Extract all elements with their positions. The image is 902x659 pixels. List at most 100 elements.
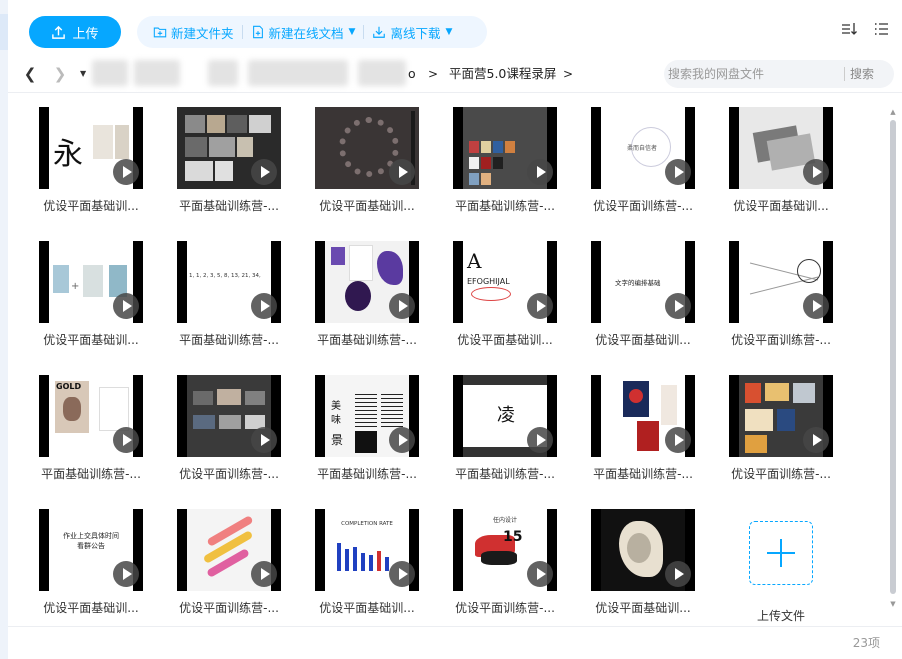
thumb-text: 美 <box>331 401 341 412</box>
file-tile[interactable]: 优设平面基础训... <box>698 96 833 220</box>
play-icon <box>251 159 277 185</box>
video-thumbnail: COMPLETION RATE <box>315 509 419 591</box>
left-sidebar-edge <box>0 0 8 659</box>
sidebar-selected-item[interactable] <box>0 14 8 50</box>
file-tile[interactable]: 作业上交具体时间 看群公告 优设平面基础训... <box>8 498 143 622</box>
thumb-text: 任内设计 <box>493 517 518 524</box>
file-tile[interactable]: GOLD 平面基础训练营-... <box>8 364 143 488</box>
play-icon <box>665 159 691 185</box>
file-tile[interactable]: 平面基础训练营-... <box>146 96 281 220</box>
list-view-icon[interactable] <box>872 20 890 38</box>
thumb-text: 柔而自信者 <box>627 145 658 152</box>
video-thumbnail <box>729 107 833 189</box>
scroll-down-arrow-icon[interactable]: ▼ <box>888 600 898 608</box>
offline-download-button[interactable]: 离线下载 ▼ <box>364 23 460 42</box>
new-folder-button[interactable]: 新建文件夹 <box>145 23 242 42</box>
video-thumbnail <box>591 375 695 457</box>
back-arrow-icon[interactable]: ❮ <box>20 64 40 84</box>
video-thumbnail: 文字的编排基础 <box>591 241 695 323</box>
video-thumbnail <box>729 375 833 457</box>
file-tile[interactable]: 优设平面训练营-... <box>698 364 833 488</box>
video-thumbnail: GOLD <box>39 375 143 457</box>
caret-down-icon: ▼ <box>445 27 453 37</box>
upload-button[interactable]: 上传 <box>29 16 121 48</box>
file-tile[interactable]: 平面基础训练营-... <box>422 96 557 220</box>
file-tile[interactable]: 柔而自信者 优设平面训练营-... <box>560 96 695 220</box>
item-count: 23项 <box>852 636 880 650</box>
history-dropdown-icon[interactable]: ▼ <box>80 64 86 84</box>
breadcrumb-current[interactable]: 平面营5.0课程录屏 <box>449 64 556 84</box>
video-thumbnail <box>591 509 695 591</box>
thumb-text: GOLD <box>56 382 82 391</box>
play-icon <box>389 159 415 185</box>
file-tile[interactable]: 优设平面训练营-... <box>146 364 281 488</box>
blurred-path-segment <box>208 60 238 86</box>
video-thumbnail: 永 <box>39 107 143 189</box>
new-online-doc-button[interactable]: 新建在线文档 ▼ <box>243 23 364 42</box>
play-icon <box>113 159 139 185</box>
file-tile[interactable]: 优设平面训练营-... <box>146 498 281 622</box>
play-icon <box>803 427 829 453</box>
upload-file-tile[interactable]: 上传文件 <box>749 521 813 625</box>
video-thumbnail <box>315 241 419 323</box>
play-icon <box>527 427 553 453</box>
breadcrumb-fragment[interactable]: o <box>408 64 416 84</box>
thumb-text: COMPLETION RATE <box>341 521 393 527</box>
breadcrumb-separator: > <box>563 67 574 81</box>
thumb-text: 看群公告 <box>77 542 105 550</box>
upload-dropzone[interactable] <box>749 521 813 585</box>
file-tile[interactable]: 优设平面基础训... <box>560 498 695 622</box>
video-thumbnail: 1, 1, 2, 3, 5, 8, 13, 21, 34, <box>177 241 281 323</box>
play-icon <box>389 561 415 587</box>
forward-arrow-icon[interactable]: ❯ <box>50 64 70 84</box>
plus-icon <box>767 539 795 567</box>
play-icon <box>527 159 553 185</box>
file-tile[interactable]: 平面基础训练营-... <box>560 364 695 488</box>
breadcrumb-separator: > <box>428 67 439 81</box>
play-icon <box>665 293 691 319</box>
play-icon <box>803 293 829 319</box>
search-input[interactable] <box>668 60 840 88</box>
nav-divider <box>8 92 902 93</box>
upload-icon <box>52 25 66 39</box>
file-name: 优设平面基础训... <box>595 601 691 615</box>
blurred-path-segment <box>134 60 180 86</box>
thumb-text: EFOGHIJAL <box>467 277 510 286</box>
play-icon <box>389 293 415 319</box>
file-tile[interactable]: 优设平面训练营-... <box>698 230 833 354</box>
play-icon <box>113 293 139 319</box>
file-tile[interactable]: 永 优设平面基础训... <box>8 96 143 220</box>
download-icon <box>373 26 386 38</box>
toolbar: 上传 新建文件夹 新建在线文档 ▼ 离线下载 ▼ <box>8 0 902 58</box>
doc-add-icon <box>252 25 263 39</box>
thumb-text: 1, 1, 2, 3, 5, 8, 13, 21, 34, <box>189 273 261 279</box>
play-icon <box>251 293 277 319</box>
video-thumbnail: A EFOGHIJAL <box>453 241 557 323</box>
file-tile[interactable]: 文字的编排基础 优设平面基础训... <box>560 230 695 354</box>
file-tile[interactable]: COMPLETION RATE 优设平面基础训... <box>284 498 419 622</box>
search-button[interactable]: 搜索 <box>850 60 874 88</box>
file-tile[interactable]: 优设平面基础训... <box>284 96 419 220</box>
file-tile[interactable]: 任内设计 15 优设平面训练营-... <box>422 498 557 622</box>
file-tile[interactable]: 美 味 景 平面基础训练营-... <box>284 364 419 488</box>
file-name: 优设平面训练营-... <box>731 467 831 481</box>
new-online-doc-label: 新建在线文档 <box>268 25 344 41</box>
upload-button-label: 上传 <box>72 26 99 42</box>
file-tile[interactable]: + 优设平面基础训... <box>8 230 143 354</box>
scroll-thumb[interactable] <box>890 120 896 594</box>
file-grid: 永 优设平面基础训... 平面基础训练营-... 优设平面基础训... 平面基础… <box>8 96 886 624</box>
sort-icon[interactable] <box>840 20 858 38</box>
play-icon <box>665 427 691 453</box>
scroll-up-arrow-icon[interactable]: ▲ <box>888 108 898 116</box>
file-tile[interactable]: 平面基础训练营-... <box>284 230 419 354</box>
video-thumbnail: 美 味 景 <box>315 375 419 457</box>
navigation-bar: ❮ ❯ ▼ o > 平面营5.0课程录屏 > 搜索 <box>8 58 902 92</box>
file-tile[interactable]: 1, 1, 2, 3, 5, 8, 13, 21, 34, 平面基础训练营-..… <box>146 230 281 354</box>
search-box: 搜索 <box>664 60 894 88</box>
file-tile[interactable]: 凌 平面基础训练营-... <box>422 364 557 488</box>
footer-divider <box>8 626 902 627</box>
blurred-path-segment <box>248 60 348 86</box>
vertical-scrollbar[interactable]: ▲ ▼ <box>888 108 898 608</box>
file-tile[interactable]: A EFOGHIJAL 优设平面基础训... <box>422 230 557 354</box>
file-name: 优设平面基础训... <box>733 199 829 213</box>
